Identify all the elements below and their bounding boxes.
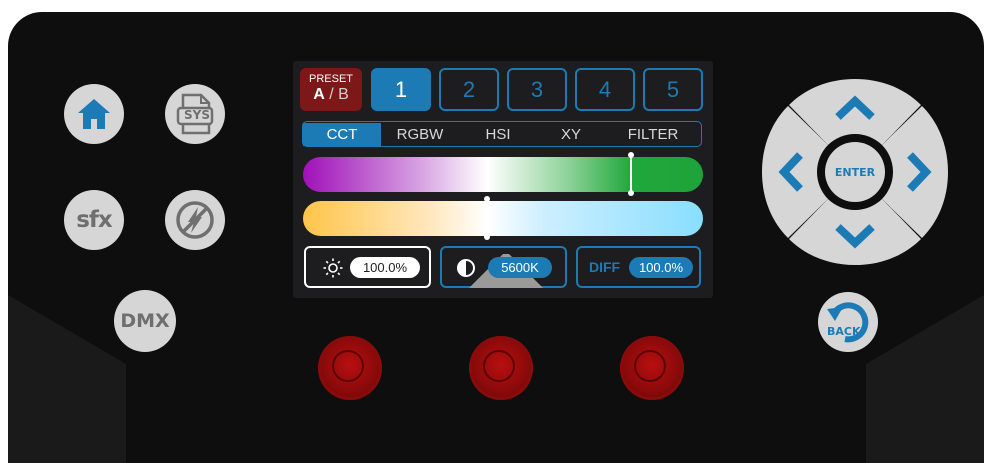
enter-label: ENTER <box>834 165 876 179</box>
home-icon <box>78 99 110 129</box>
sfx-icon: sfx <box>76 207 113 233</box>
back-arrow-icon <box>827 302 869 343</box>
cct-marker[interactable] <box>484 196 490 240</box>
preset-b: B <box>338 86 349 103</box>
diff-control[interactable]: DIFF 100.0% <box>576 246 701 288</box>
tab-xy[interactable]: XY <box>537 123 605 146</box>
flash-off-icon <box>176 201 214 239</box>
preset-ab-button[interactable]: PRESET A / B <box>300 68 362 111</box>
preset-2-button[interactable]: 2 <box>439 68 499 111</box>
enter-button[interactable]: ENTER <box>825 142 885 202</box>
preset-5-button[interactable]: 5 <box>643 68 703 111</box>
cct-control[interactable]: 5600K <box>440 246 567 288</box>
diff-value: 100.0% <box>629 257 693 278</box>
preset-label: PRESET <box>308 73 353 85</box>
brightness-value: 100.0% <box>350 257 420 278</box>
home-button[interactable] <box>64 84 124 144</box>
mode-tabs: CCT RGBW HSI XY FILTER <box>302 121 702 147</box>
knob-center[interactable] <box>469 336 533 400</box>
knob-right[interactable] <box>620 336 684 400</box>
preset-4-button[interactable]: 4 <box>575 68 635 111</box>
tab-hsi[interactable]: HSI <box>459 123 537 146</box>
flash-off-button[interactable] <box>165 190 225 250</box>
tab-rgbw[interactable]: RGBW <box>381 123 459 146</box>
green-magenta-marker[interactable] <box>628 152 634 196</box>
back-button[interactable]: BACK <box>818 292 878 352</box>
preset-a: A <box>313 86 325 103</box>
sun-icon <box>323 258 343 278</box>
preset-3-button[interactable]: 3 <box>507 68 567 111</box>
knob-left[interactable] <box>318 336 382 400</box>
dmx-icon: DMX <box>120 310 170 332</box>
contrast-icon <box>457 259 475 277</box>
brightness-control[interactable]: 100.0% <box>304 246 431 288</box>
cct-slider[interactable] <box>303 196 703 240</box>
system-button[interactable]: SYS <box>165 84 225 144</box>
preset-separator: / <box>329 86 334 103</box>
sys-label: SYS <box>184 108 210 122</box>
preset-1-button[interactable]: 1 <box>371 68 431 111</box>
cct-value: 5600K <box>488 257 552 278</box>
green-magenta-slider[interactable] <box>303 152 703 196</box>
diff-label: DIFF <box>589 259 621 275</box>
tab-cct[interactable]: CCT <box>303 122 381 146</box>
tab-filter[interactable]: FILTER <box>605 123 701 146</box>
dmx-button[interactable]: DMX <box>114 290 176 352</box>
back-label: BACK <box>827 325 861 338</box>
sfx-button[interactable]: sfx <box>64 190 124 250</box>
